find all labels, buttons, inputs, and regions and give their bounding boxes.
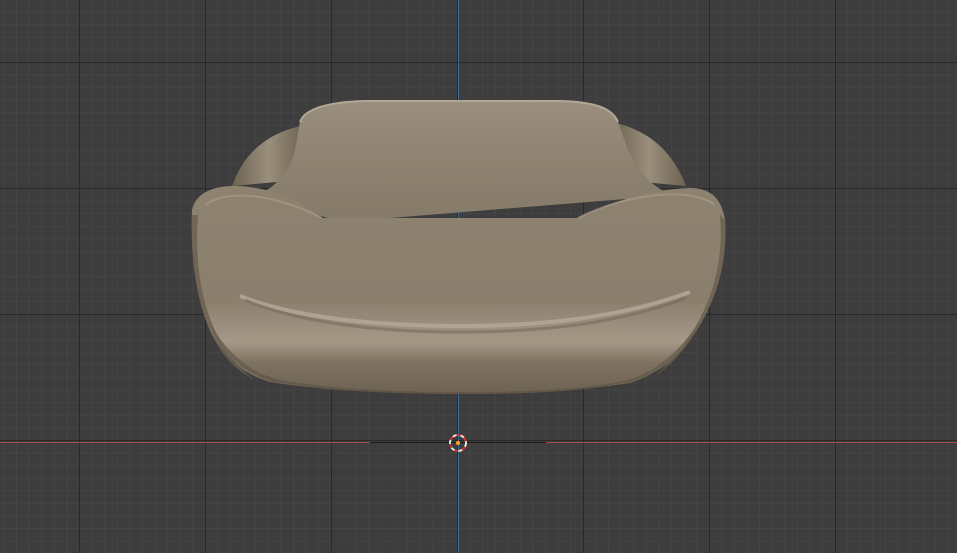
seat-cushion-mesh[interactable] [0, 0, 957, 553]
front-cushion [191, 185, 726, 394]
3d-viewport[interactable] [0, 0, 957, 553]
3d-cursor-icon[interactable] [448, 433, 468, 453]
